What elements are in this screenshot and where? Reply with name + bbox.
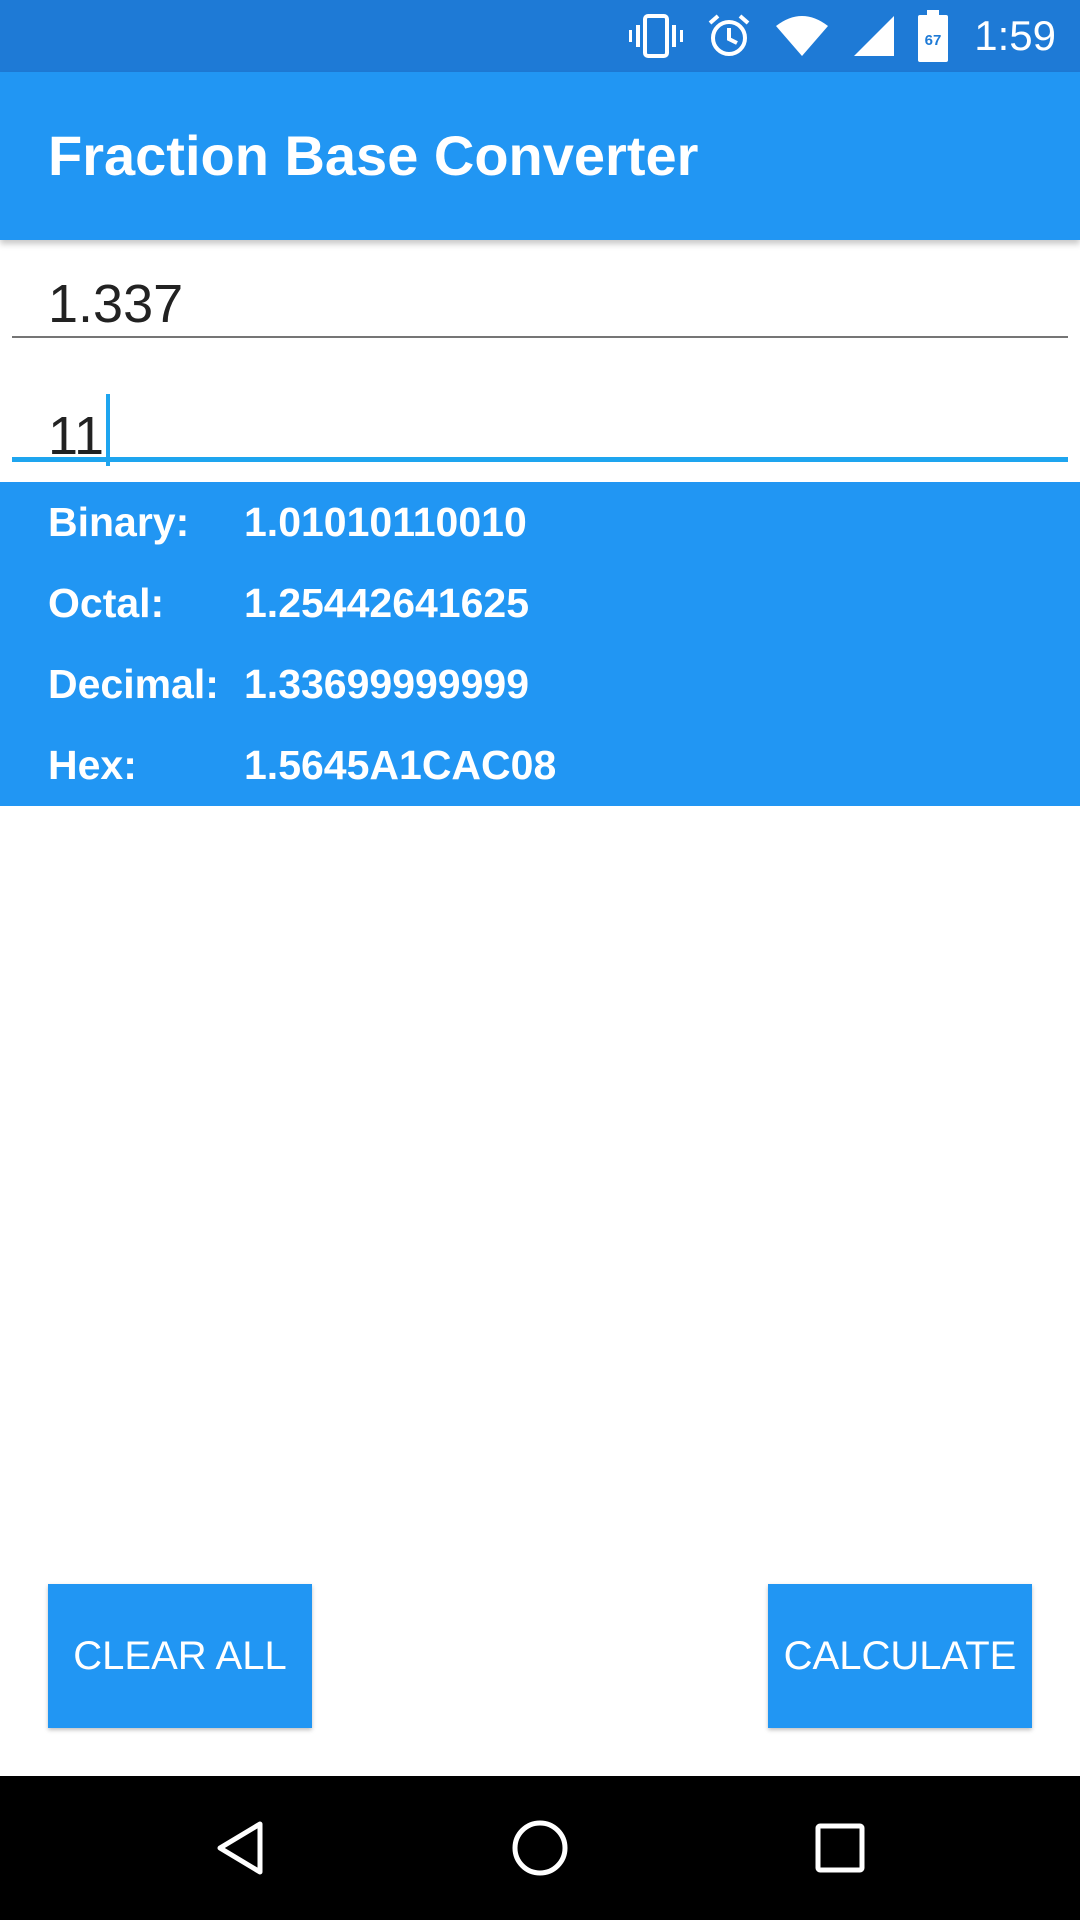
recents-icon bbox=[815, 1823, 865, 1873]
status-bar: 67 1:59 bbox=[0, 0, 1080, 72]
octal-value: 1.25442641625 bbox=[244, 580, 530, 626]
page-title: Fraction Base Converter bbox=[48, 124, 699, 187]
decimal-label: Decimal: bbox=[48, 661, 219, 707]
results-panel: Binary: 1.01010110010 Octal: 1.254426416… bbox=[0, 482, 1080, 806]
digits-input-underline bbox=[12, 457, 1068, 462]
calculate-button[interactable]: CALCULATE bbox=[768, 1584, 1032, 1728]
signal-icon bbox=[852, 14, 896, 58]
octal-label: Octal: bbox=[48, 580, 165, 626]
clear-all-button[interactable]: CLEAR ALL bbox=[48, 1584, 312, 1728]
back-icon bbox=[217, 1821, 263, 1875]
result-row-hex: Hex: 1.5645A1CAC08 bbox=[0, 725, 1080, 806]
number-input[interactable]: 1.337 bbox=[12, 264, 1068, 338]
result-row-binary: Binary: 1.01010110010 bbox=[0, 482, 1080, 563]
home-button[interactable] bbox=[460, 1776, 620, 1920]
number-input-value: 1.337 bbox=[48, 274, 184, 334]
hex-label: Hex: bbox=[48, 742, 137, 788]
binary-value: 1.01010110010 bbox=[244, 499, 527, 545]
binary-label: Binary: bbox=[48, 499, 190, 545]
digits-input[interactable]: 11 bbox=[12, 384, 1068, 466]
number-input-underline bbox=[12, 336, 1068, 338]
vibrate-icon bbox=[628, 14, 684, 58]
app-bar: Fraction Base Converter bbox=[0, 72, 1080, 240]
recents-button[interactable] bbox=[760, 1776, 920, 1920]
home-icon bbox=[512, 1820, 568, 1876]
back-button[interactable] bbox=[160, 1776, 320, 1920]
result-row-decimal: Decimal: 1.33699999999 bbox=[0, 644, 1080, 725]
navigation-bar bbox=[0, 1776, 1080, 1920]
status-time: 1:59 bbox=[974, 12, 1056, 59]
hex-value: 1.5645A1CAC08 bbox=[244, 742, 557, 788]
alarm-icon bbox=[706, 13, 752, 59]
digits-input-wrapper: 11 bbox=[48, 394, 111, 466]
battery-icon: 67 bbox=[918, 10, 949, 62]
result-row-octal: Octal: 1.25442641625 bbox=[0, 563, 1080, 644]
battery-level-text: 67 bbox=[925, 32, 942, 49]
decimal-value: 1.33699999999 bbox=[244, 661, 530, 707]
text-cursor bbox=[106, 394, 111, 466]
status-icons: 67 1:59 bbox=[628, 0, 1056, 72]
wifi-icon bbox=[774, 14, 830, 58]
